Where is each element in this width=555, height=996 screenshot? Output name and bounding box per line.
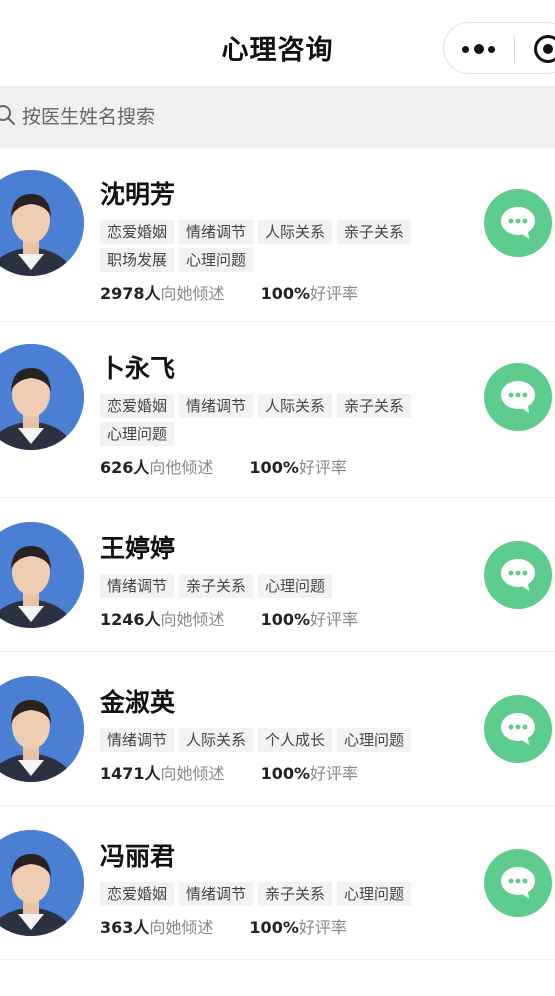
specialty-tag: 情绪调节 bbox=[100, 574, 175, 598]
rating-value: 100% bbox=[260, 284, 310, 303]
specialty-tag: 亲子关系 bbox=[337, 394, 412, 418]
chat-button[interactable] bbox=[484, 363, 552, 431]
doctor-info: 沈明芳 恋爱婚姻 情绪调节 人际关系 亲子关系职场发展 心理问题 2978人向她倾述 10… bbox=[100, 178, 478, 306]
doctor-stats: 1246人向她倾述 100%好评率 bbox=[100, 608, 478, 632]
rating-value: 100% bbox=[249, 918, 299, 937]
specialty-tag: 人际关系 bbox=[179, 728, 254, 752]
doctor-stats: 2978人向她倾述 100%好评率 bbox=[100, 282, 478, 306]
doctor-card[interactable]: 金淑英 情绪调节 人际关系 个人成长 心理问题 1471人向她倾述 100%好评率 bbox=[0, 652, 555, 806]
specialty-tag: 情绪调节 bbox=[179, 882, 254, 906]
more-icon[interactable] bbox=[462, 43, 498, 55]
specialty-tag: 心理问题 bbox=[100, 422, 175, 446]
specialty-tag: 职场发展 bbox=[100, 248, 175, 272]
doctor-card[interactable]: 冯丽君 恋爱婚姻 情绪调节 亲子关系 心理问题 363人向她倾述 100%好评率 bbox=[0, 806, 555, 960]
listen-label: 向她倾述 bbox=[149, 918, 214, 937]
avatar bbox=[0, 676, 84, 782]
chat-button[interactable] bbox=[484, 695, 552, 763]
rating-label: 好评率 bbox=[310, 284, 359, 303]
specialty-tag: 心理问题 bbox=[337, 728, 412, 752]
listen-label: 向他倾述 bbox=[149, 458, 214, 477]
rating-value: 100% bbox=[260, 764, 310, 783]
doctor-stats: 626人向他倾述 100%好评率 bbox=[100, 456, 478, 480]
specialty-tag: 心理问题 bbox=[337, 882, 412, 906]
specialty-tag: 亲子关系 bbox=[337, 220, 412, 244]
capsule-divider bbox=[514, 35, 515, 63]
specialty-tags: 恋爱婚姻 情绪调节 人际关系 亲子关系职场发展 心理问题 bbox=[100, 220, 478, 276]
consult-count: 2978人 bbox=[100, 284, 161, 303]
doctor-info: 卜永飞 恋爱婚姻 情绪调节 人际关系 亲子关系心理问题 626人向他倾述 100%好评率 bbox=[100, 352, 478, 480]
specialty-tag: 亲子关系 bbox=[258, 882, 333, 906]
doctor-card[interactable]: 王婷婷 情绪调节 亲子关系 心理问题 1246人向她倾述 100%好评率 bbox=[0, 498, 555, 652]
consult-count: 1246人 bbox=[100, 610, 161, 629]
specialty-tag: 人际关系 bbox=[258, 220, 333, 244]
consult-count: 1471人 bbox=[100, 764, 161, 783]
avatar bbox=[0, 344, 84, 450]
avatar bbox=[0, 830, 84, 936]
specialty-tag: 恋爱婚姻 bbox=[100, 394, 175, 418]
doctor-name: 冯丽君 bbox=[100, 842, 176, 871]
rating-value: 100% bbox=[260, 610, 310, 629]
doctor-name: 沈明芳 bbox=[100, 180, 176, 209]
specialty-tags: 恋爱婚姻 情绪调节 人际关系 亲子关系心理问题 bbox=[100, 394, 478, 450]
chat-button[interactable] bbox=[484, 541, 552, 609]
doctor-name: 王婷婷 bbox=[100, 534, 176, 563]
rating-label: 好评率 bbox=[310, 610, 359, 629]
specialty-tags: 情绪调节 人际关系 个人成长 心理问题 bbox=[100, 728, 478, 756]
specialty-tags: 情绪调节 亲子关系 心理问题 bbox=[100, 574, 478, 602]
chat-bubble-icon bbox=[501, 867, 535, 899]
doctor-info: 王婷婷 情绪调节 亲子关系 心理问题 1246人向她倾述 100%好评率 bbox=[100, 532, 478, 632]
rating-label: 好评率 bbox=[298, 918, 347, 937]
chat-button[interactable] bbox=[484, 189, 552, 257]
listen-label: 向她倾述 bbox=[160, 284, 225, 303]
specialty-tag: 恋爱婚姻 bbox=[100, 882, 175, 906]
specialty-tag: 恋爱婚姻 bbox=[100, 220, 175, 244]
chat-button[interactable] bbox=[484, 849, 552, 917]
listen-label: 向她倾述 bbox=[160, 610, 225, 629]
nav-bar: 心理咨询 bbox=[0, 0, 555, 86]
doctor-info: 金淑英 情绪调节 人际关系 个人成长 心理问题 1471人向她倾述 100%好评率 bbox=[100, 686, 478, 786]
specialty-tag: 情绪调节 bbox=[100, 728, 175, 752]
rating-label: 好评率 bbox=[310, 764, 359, 783]
specialty-tag: 人际关系 bbox=[258, 394, 333, 418]
close-target-icon[interactable] bbox=[534, 35, 555, 63]
specialty-tag: 心理问题 bbox=[179, 248, 254, 272]
doctor-stats: 363人向她倾述 100%好评率 bbox=[100, 916, 478, 940]
search-bar[interactable] bbox=[0, 86, 555, 148]
doctor-stats: 1471人向她倾述 100%好评率 bbox=[100, 762, 478, 786]
doctor-card[interactable]: 卜永飞 恋爱婚姻 情绪调节 人际关系 亲子关系心理问题 626人向他倾述 100%好评率 bbox=[0, 322, 555, 498]
avatar bbox=[0, 522, 84, 628]
chat-bubble-icon bbox=[501, 559, 535, 591]
search-icon bbox=[0, 105, 15, 125]
chat-bubble-icon bbox=[501, 381, 535, 413]
doctor-card[interactable]: 沈明芳 恋爱婚姻 情绪调节 人际关系 亲子关系职场发展 心理问题 2978人向她倾述 10… bbox=[0, 148, 555, 322]
doctor-name: 卜永飞 bbox=[100, 354, 176, 383]
mini-program-capsule bbox=[443, 22, 555, 74]
specialty-tag: 亲子关系 bbox=[179, 574, 254, 598]
specialty-tag: 情绪调节 bbox=[179, 220, 254, 244]
doctor-info: 冯丽君 恋爱婚姻 情绪调节 亲子关系 心理问题 363人向她倾述 100%好评率 bbox=[100, 840, 478, 940]
listen-label: 向她倾述 bbox=[160, 764, 225, 783]
specialty-tag: 心理问题 bbox=[258, 574, 333, 598]
doctor-list: 沈明芳 恋爱婚姻 情绪调节 人际关系 亲子关系职场发展 心理问题 2978人向她倾述 10… bbox=[0, 148, 555, 960]
search-input[interactable] bbox=[22, 100, 522, 134]
avatar bbox=[0, 170, 84, 276]
consult-count: 626人 bbox=[100, 458, 150, 477]
rating-label: 好评率 bbox=[298, 458, 347, 477]
doctor-name: 金淑英 bbox=[100, 688, 176, 717]
specialty-tag: 情绪调节 bbox=[179, 394, 254, 418]
chat-bubble-icon bbox=[501, 207, 535, 239]
specialty-tag: 个人成长 bbox=[258, 728, 333, 752]
specialty-tags: 恋爱婚姻 情绪调节 亲子关系 心理问题 bbox=[100, 882, 478, 910]
rating-value: 100% bbox=[249, 458, 299, 477]
consult-count: 363人 bbox=[100, 918, 150, 937]
chat-bubble-icon bbox=[501, 713, 535, 745]
